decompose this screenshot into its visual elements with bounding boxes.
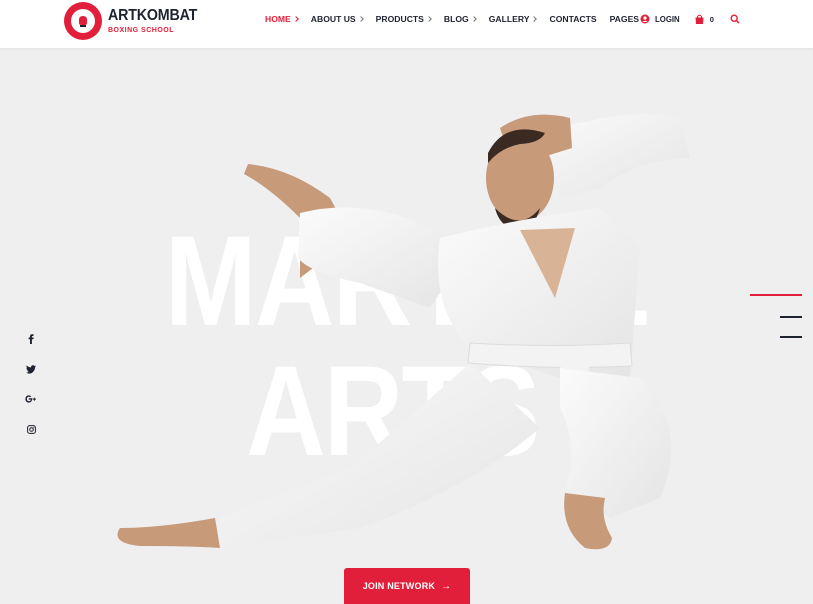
main-nav: HOME ABOUT US PRODUCTS BLOG GALLERY CONT… <box>265 0 659 38</box>
slide-indicator-1[interactable] <box>750 294 802 296</box>
nav-item-contacts[interactable]: CONTACTS <box>549 14 596 24</box>
logo[interactable]: ARTKOMBAT BOXING SCHOOL <box>64 2 205 40</box>
instagram-icon[interactable] <box>24 422 38 436</box>
nav-item-products[interactable]: PRODUCTS <box>375 14 432 24</box>
twitter-icon[interactable] <box>24 362 38 376</box>
chevron-right-icon <box>357 16 364 22</box>
search-icon <box>730 14 740 24</box>
nav-item-label: PAGES <box>609 14 640 24</box>
cta-label: JOIN NETWORK <box>362 581 436 591</box>
cart-count: 0 <box>709 14 714 24</box>
login-label: LOGIN <box>655 14 680 24</box>
slide-indicator-2[interactable] <box>780 316 802 318</box>
chevron-right-icon <box>470 16 477 22</box>
chevron-right-icon <box>426 16 432 22</box>
nav-item-label: HOME <box>265 14 291 24</box>
cart-button[interactable]: 0 <box>694 14 714 25</box>
boxing-glove-logo-icon <box>64 2 102 40</box>
arrow-right-icon: → <box>441 580 452 592</box>
nav-item-label: ABOUT US <box>310 14 356 24</box>
martial-artist-image <box>117 114 690 550</box>
chevron-right-icon <box>531 16 538 22</box>
google-plus-icon[interactable] <box>24 392 38 406</box>
nav-item-home[interactable]: HOME <box>265 14 299 24</box>
nav-item-label: CONTACTS <box>549 14 597 24</box>
nav-item-label: GALLERY <box>488 14 530 24</box>
shopping-bag-icon <box>695 14 704 24</box>
nav-item-label: BLOG <box>443 14 469 24</box>
slider-navigation <box>750 294 806 354</box>
site-header: ARTKOMBAT BOXING SCHOOL HOME ABOUT US PR… <box>0 0 813 48</box>
facebook-icon[interactable] <box>24 332 38 346</box>
nav-item-blog[interactable]: BLOG <box>443 14 477 24</box>
nav-item-about-us[interactable]: ABOUT US <box>310 14 364 24</box>
brand-name: ARTKOMBAT <box>108 7 198 25</box>
nav-item-label: PRODUCTS <box>375 14 424 24</box>
slide-indicator-3[interactable] <box>780 336 802 338</box>
header-actions: LOGIN 0 <box>640 0 740 38</box>
hero-section: MARTIAL ARTS <box>0 48 813 604</box>
chevron-right-icon <box>292 16 299 22</box>
brand-tagline: BOXING SCHOOL <box>108 26 175 34</box>
user-icon <box>640 14 650 24</box>
nav-item-gallery[interactable]: GALLERY <box>488 14 538 24</box>
join-network-button[interactable]: JOIN NETWORK → <box>344 568 470 604</box>
social-links <box>24 332 38 452</box>
login-button[interactable]: LOGIN <box>640 14 680 24</box>
search-button[interactable] <box>730 14 740 24</box>
